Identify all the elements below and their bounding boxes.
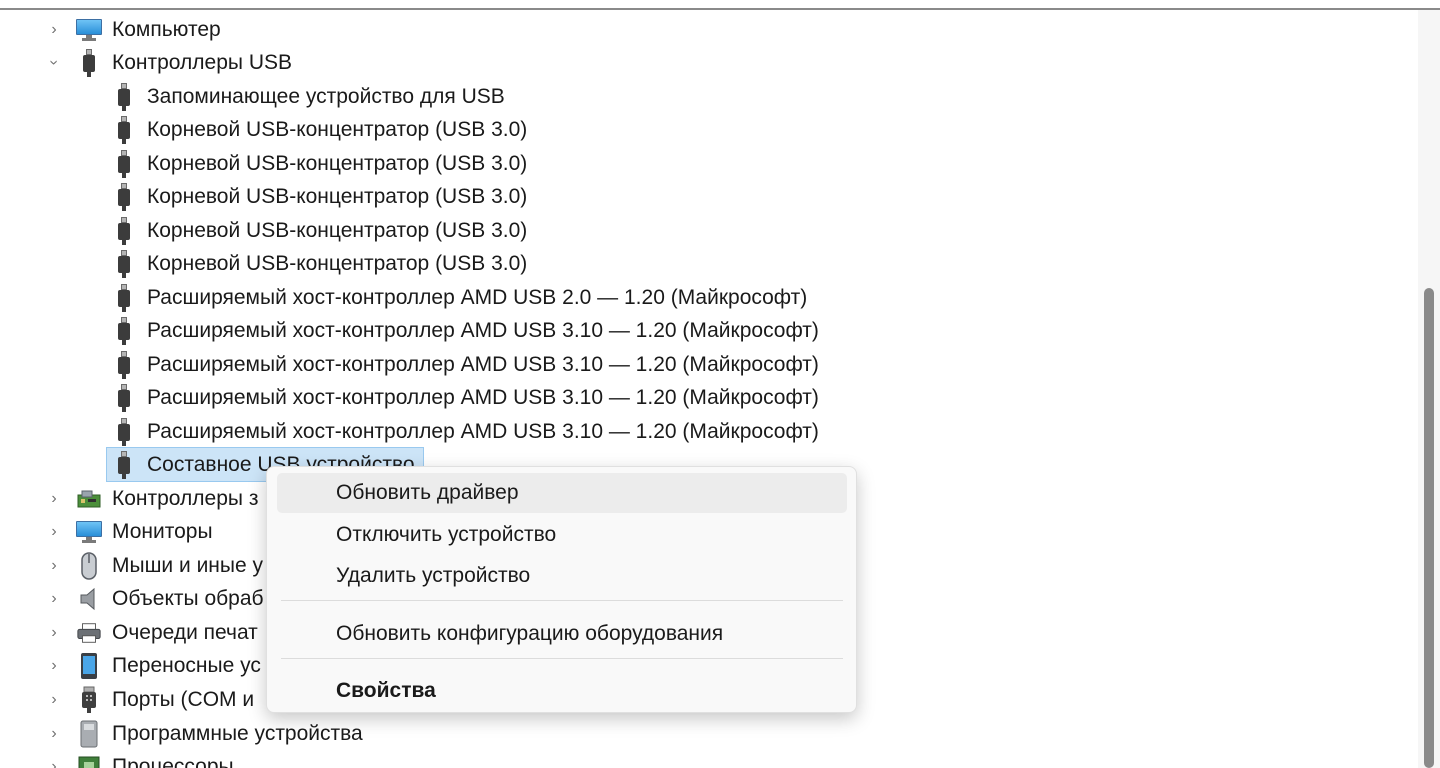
menu-item-scan-hardware-changes[interactable]: Обновить конфигурацию оборудования [277, 614, 847, 654]
portable-device-icon [76, 652, 102, 680]
speaker-icon [76, 585, 102, 613]
tree-item-computer[interactable]: Компьютер [76, 13, 221, 46]
usb-icon [111, 283, 137, 312]
usb-icon [111, 82, 137, 111]
software-device-icon [76, 720, 102, 748]
tree-item-label: Корневой USB-концентратор (USB 3.0) [147, 152, 528, 175]
usb-icon [111, 316, 137, 345]
tree-item-label: Корневой USB-концентратор (USB 3.0) [147, 252, 528, 275]
expand-chevron-icon[interactable]: › [46, 13, 62, 46]
tree-item-audio-processing[interactable]: Объекты обраб [76, 582, 264, 615]
menu-item-label: Удалить устройство [336, 564, 531, 587]
tree-item-usb-device[interactable]: Корневой USB-концентратор (USB 3.0) [111, 147, 527, 180]
tree-item-label: Объекты обраб [112, 587, 264, 610]
tree-item-usb-device[interactable]: Корневой USB-концентратор (USB 3.0) [111, 247, 527, 280]
processor-icon [76, 753, 102, 768]
tree-item-print-queues[interactable]: Очереди печат [76, 616, 258, 649]
tree-item-label: Очереди печат [112, 621, 258, 644]
usb-icon [111, 383, 137, 412]
tree-item-label: Корневой USB-концентратор (USB 3.0) [147, 118, 528, 141]
tree-item-mice[interactable]: Мыши и иные у [76, 549, 263, 582]
expand-chevron-icon[interactable]: › [46, 482, 62, 515]
tree-item-portable-devices[interactable]: Переносные ус [76, 649, 261, 682]
tree-item-usb-device[interactable]: Расширяемый хост-контроллер AMD USB 2.0 … [111, 281, 807, 314]
tree-item-label: Контроллеры USB [112, 51, 292, 74]
tree-item-usb-device[interactable]: Корневой USB-концентратор (USB 3.0) [111, 214, 527, 247]
tree-item-ports[interactable]: Порты (COM и [76, 683, 254, 716]
scrollbar-thumb[interactable] [1424, 288, 1434, 768]
usb-icon [111, 216, 137, 245]
mouse-icon [76, 551, 102, 580]
expand-chevron-icon[interactable]: › [46, 683, 62, 716]
usb-icon [111, 149, 137, 178]
tree-item-usb-device[interactable]: Корневой USB-концентратор (USB 3.0) [111, 180, 527, 213]
tree-item-usb-device[interactable]: Корневой USB-концентратор (USB 3.0) [111, 113, 527, 146]
usb-icon [111, 249, 137, 278]
expand-chevron-icon[interactable]: › [46, 717, 62, 750]
tree-item-usb-controllers[interactable]: Контроллеры USB [76, 46, 292, 79]
tree-item-label: Корневой USB-концентратор (USB 3.0) [147, 219, 528, 242]
computer-icon [76, 16, 102, 44]
tree-item-monitors[interactable]: Мониторы [76, 515, 213, 548]
tree-item-label: Расширяемый хост-контроллер AMD USB 2.0 … [147, 286, 808, 309]
usb-icon [111, 182, 137, 211]
usb-icon [111, 417, 137, 446]
tree-item-label: Расширяемый хост-контроллер AMD USB 3.10… [147, 319, 819, 342]
tree-item-label: Расширяемый хост-контроллер AMD USB 3.10… [147, 353, 819, 376]
tree-item-storage-controllers[interactable]: Контроллеры з [76, 482, 258, 515]
menu-item-label: Обновить драйвер [336, 481, 519, 504]
tree-item-label: Переносные ус [112, 654, 261, 677]
usb-icon [76, 48, 102, 77]
tree-item-usb-device[interactable]: Расширяемый хост-контроллер AMD USB 3.10… [111, 314, 819, 347]
tree-item-label: Компьютер [112, 18, 221, 41]
menu-item-update-driver[interactable]: Обновить драйвер [277, 473, 847, 513]
menu-separator [281, 600, 843, 601]
tree-item-processors[interactable]: Процессоры [76, 750, 234, 768]
monitor-icon [76, 518, 102, 546]
tree-item-label: Мониторы [112, 520, 213, 543]
storage-controller-icon [76, 485, 102, 513]
expand-chevron-icon[interactable]: › [46, 616, 62, 649]
expand-chevron-icon[interactable]: › [46, 549, 62, 582]
usb-icon [111, 450, 137, 479]
tree-item-label: Контроллеры з [112, 487, 259, 510]
tree-item-label: Расширяемый хост-контроллер AMD USB 3.10… [147, 386, 819, 409]
tree-item-usb-device[interactable]: Расширяемый хост-контроллер AMD USB 3.10… [111, 415, 819, 448]
menu-separator [281, 658, 843, 659]
tree-item-label: Процессоры [112, 755, 234, 768]
tree-item-label: Корневой USB-концентратор (USB 3.0) [147, 185, 528, 208]
window-top-border [0, 0, 1440, 10]
expand-chevron-icon[interactable]: › [46, 515, 62, 548]
context-menu: Обновить драйвер Отключить устройство Уд… [266, 466, 857, 713]
menu-item-disable-device[interactable]: Отключить устройство [277, 515, 847, 555]
expand-chevron-icon[interactable]: › [46, 649, 62, 682]
printer-icon [76, 619, 102, 647]
tree-item-label: Расширяемый хост-контроллер AMD USB 3.10… [147, 420, 819, 443]
tree-item-usb-device[interactable]: Расширяемый хост-контроллер AMD USB 3.10… [111, 381, 819, 414]
menu-item-label: Свойства [336, 679, 436, 702]
usb-icon [111, 350, 137, 379]
expand-chevron-icon[interactable]: › [46, 582, 62, 615]
menu-item-properties[interactable]: Свойства [277, 671, 847, 711]
tree-item-label: Запоминающее устройство для USB [147, 85, 505, 108]
tree-item-usb-device[interactable]: Запоминающее устройство для USB [111, 80, 505, 113]
tree-item-label: Мыши и иные у [112, 554, 263, 577]
expand-chevron-icon[interactable]: › [46, 750, 62, 768]
menu-item-uninstall-device[interactable]: Удалить устройство [277, 556, 847, 596]
tree-item-usb-device[interactable]: Расширяемый хост-контроллер AMD USB 3.10… [111, 348, 819, 381]
tree-item-software-devices[interactable]: Программные устройства [76, 717, 363, 750]
collapse-chevron-icon[interactable]: › [38, 55, 71, 71]
usb-icon [111, 115, 137, 144]
menu-item-label: Обновить конфигурацию оборудования [336, 622, 724, 645]
menu-item-label: Отключить устройство [336, 523, 557, 546]
tree-item-label: Программные устройства [112, 722, 363, 745]
tree-item-label: Порты (COM и [112, 688, 255, 711]
port-icon [76, 686, 102, 714]
